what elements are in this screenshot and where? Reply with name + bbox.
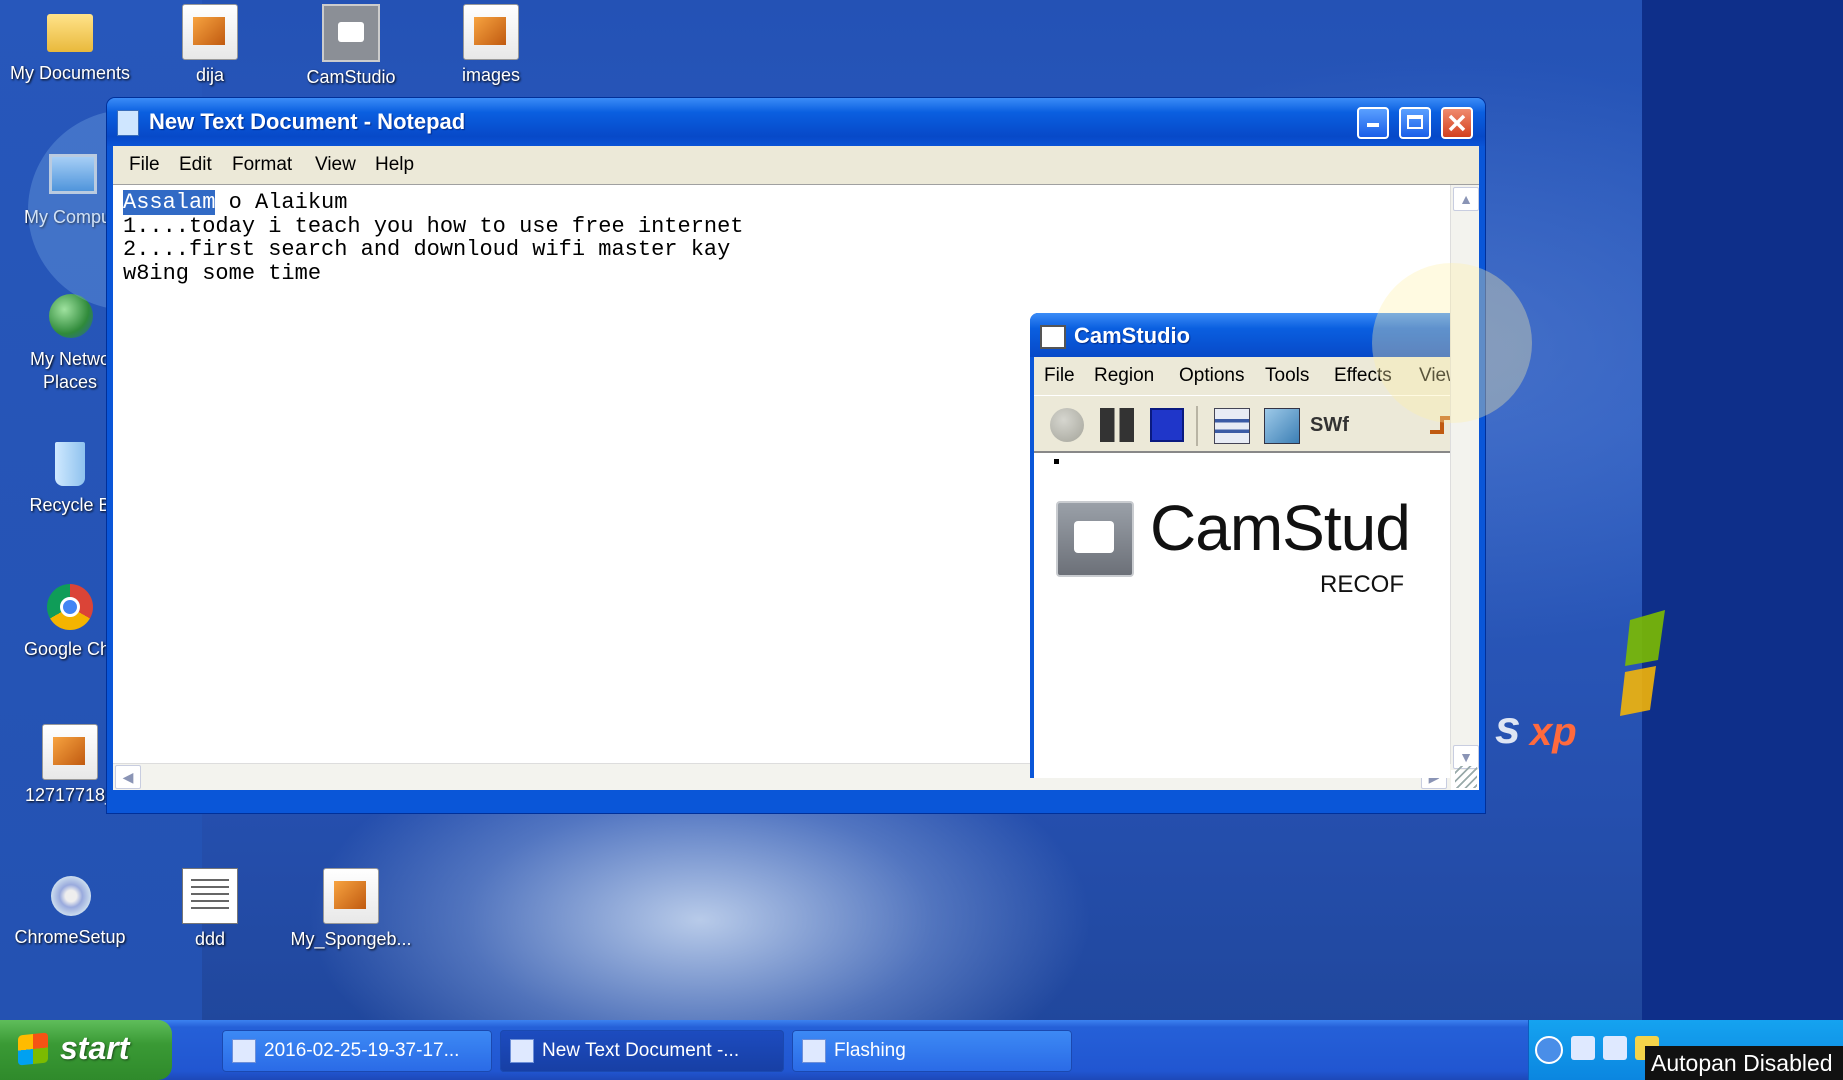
camstudio-sub-text: RECOF <box>1320 571 1404 598</box>
desktop-icon-camstudio[interactable]: CamStudio <box>281 4 421 89</box>
camstudio-logo-icon <box>1056 501 1134 577</box>
start-button[interactable]: start <box>0 1020 172 1080</box>
desktop-icon-label: ChromeSetup <box>14 927 126 947</box>
notepad-window[interactable]: New Text Document - Notepad File Edit Fo… <box>107 98 1532 813</box>
menu-help[interactable]: Help <box>375 154 414 176</box>
cam-menu-tools[interactable]: Tools <box>1265 365 1309 387</box>
recycle-bin-icon <box>43 436 97 490</box>
cursor-highlight <box>1372 263 1532 423</box>
notepad-title: New Text Document - Notepad <box>149 109 466 134</box>
start-label: start <box>60 1030 130 1066</box>
chrome-icon <box>43 580 97 634</box>
cam-menu-file[interactable]: File <box>1044 365 1075 387</box>
selected-text: Assalam <box>123 190 216 215</box>
desktop-icon-label: images <box>461 65 521 85</box>
desktop-icon-label: My Netwo Places <box>30 349 111 392</box>
text-line-3: 2....first search and downloud wifi mast… <box>123 237 731 262</box>
taskbar-item-label: 2016-02-25-19-37-17... <box>264 1040 460 1061</box>
image-file-icon <box>182 4 238 60</box>
camstudio-brand-text: CamStud <box>1150 492 1411 564</box>
cam-menu-region[interactable]: Region <box>1094 365 1154 387</box>
pause-icon[interactable] <box>1100 408 1134 442</box>
desktop-icon-label: dija <box>195 65 225 85</box>
image-file-icon <box>323 868 379 924</box>
scroll-up-button[interactable]: ▲ <box>1453 187 1479 211</box>
camstudio-preview: CamStud RECOF <box>1034 451 1450 778</box>
notepad-menubar: File Edit Format View Help <box>113 146 1479 184</box>
resize-grip[interactable] <box>1455 766 1477 788</box>
camstudio-icon <box>802 1039 826 1063</box>
camstudio-toolbar: SWf <box>1034 395 1450 452</box>
desktop-icon-label: My_Spongeb... <box>290 929 412 949</box>
taskbar-item-notepad[interactable]: New Text Document -... <box>500 1030 784 1072</box>
tray-computer-icon[interactable] <box>1571 1036 1595 1060</box>
windows-xp-logo <box>1620 610 1665 716</box>
my-documents-icon <box>43 4 97 58</box>
desktop-icon-dija[interactable]: dija <box>140 4 280 87</box>
desktop-icon-label: ddd <box>194 929 226 949</box>
image-viewer-icon <box>232 1039 256 1063</box>
text-file-icon <box>182 868 238 924</box>
text-line-1-rest: o Alaikum <box>215 190 348 215</box>
setup-icon <box>43 868 97 922</box>
cam-menu-options[interactable]: Options <box>1179 365 1244 387</box>
image-file-icon <box>463 4 519 60</box>
desktop-icon-my-spongebob[interactable]: My_Spongeb... <box>281 868 421 951</box>
annotation-icon[interactable] <box>1264 408 1300 444</box>
camstudio-shortcut-icon <box>322 4 380 62</box>
taskbar-item-image[interactable]: 2016-02-25-19-37-17... <box>222 1030 492 1072</box>
desktop: My Documents dija CamStudio images My Co… <box>0 0 1843 1080</box>
desktop-right-area <box>1642 0 1843 1020</box>
windows-xp-logo-sup: xp <box>1530 710 1577 754</box>
stop-icon[interactable] <box>1150 408 1184 442</box>
taskbar-item-label: New Text Document -... <box>542 1040 740 1061</box>
minimize-button[interactable] <box>1357 107 1389 139</box>
scroll-left-button[interactable]: ◀ <box>115 765 141 789</box>
windows-flag-icon <box>18 1032 48 1066</box>
tray-network-icon[interactable] <box>1603 1036 1627 1060</box>
toolbar-separator <box>1196 406 1198 446</box>
desktop-icon-images[interactable]: images <box>421 4 561 87</box>
desktop-icon-label: My Documents <box>9 63 131 83</box>
menu-view[interactable]: View <box>315 154 356 176</box>
image-file-icon <box>42 724 98 780</box>
notepad-icon <box>510 1039 534 1063</box>
text-line-2: 1....today i teach you how to use free i… <box>123 213 744 239</box>
camstudio-icon <box>1040 325 1066 349</box>
close-icon <box>1448 114 1466 132</box>
menu-edit[interactable]: Edit <box>179 154 212 176</box>
notepad-icon <box>117 110 139 136</box>
taskbar-item-label: Flashing <box>834 1040 906 1061</box>
menu-format[interactable]: Format <box>232 154 292 176</box>
text-line-4: w8ing some time <box>123 260 322 286</box>
region-icon[interactable] <box>1214 408 1250 444</box>
desktop-icon-chromesetup[interactable]: ChromeSetup <box>0 868 140 949</box>
desktop-icon-my-documents[interactable]: My Documents <box>0 4 140 85</box>
notepad-text: Assalam o Alaikum 1....today i teach you… <box>123 190 744 286</box>
notepad-titlebar[interactable]: New Text Document - Notepad <box>107 98 1485 146</box>
maximize-button[interactable] <box>1399 107 1431 139</box>
menu-file[interactable]: File <box>129 154 160 176</box>
taskbar: start 2016-02-25-19-37-17... New Text Do… <box>0 1020 1843 1080</box>
windows-xp-logo-text: s <box>1495 701 1521 753</box>
tray-expand-icon[interactable] <box>1535 1036 1563 1064</box>
record-icon[interactable] <box>1050 408 1084 442</box>
desktop-icon-label: CamStudio <box>306 67 396 87</box>
taskbar-item-flashing[interactable]: Flashing <box>792 1030 1072 1072</box>
swf-icon[interactable]: SWf <box>1310 408 1349 442</box>
close-button[interactable] <box>1441 107 1473 139</box>
dot <box>1054 459 1059 464</box>
camstudio-title: CamStudio <box>1074 323 1191 348</box>
desktop-icon-ddd[interactable]: ddd <box>140 868 280 951</box>
autopan-status: Autopan Disabled <box>1645 1046 1843 1080</box>
